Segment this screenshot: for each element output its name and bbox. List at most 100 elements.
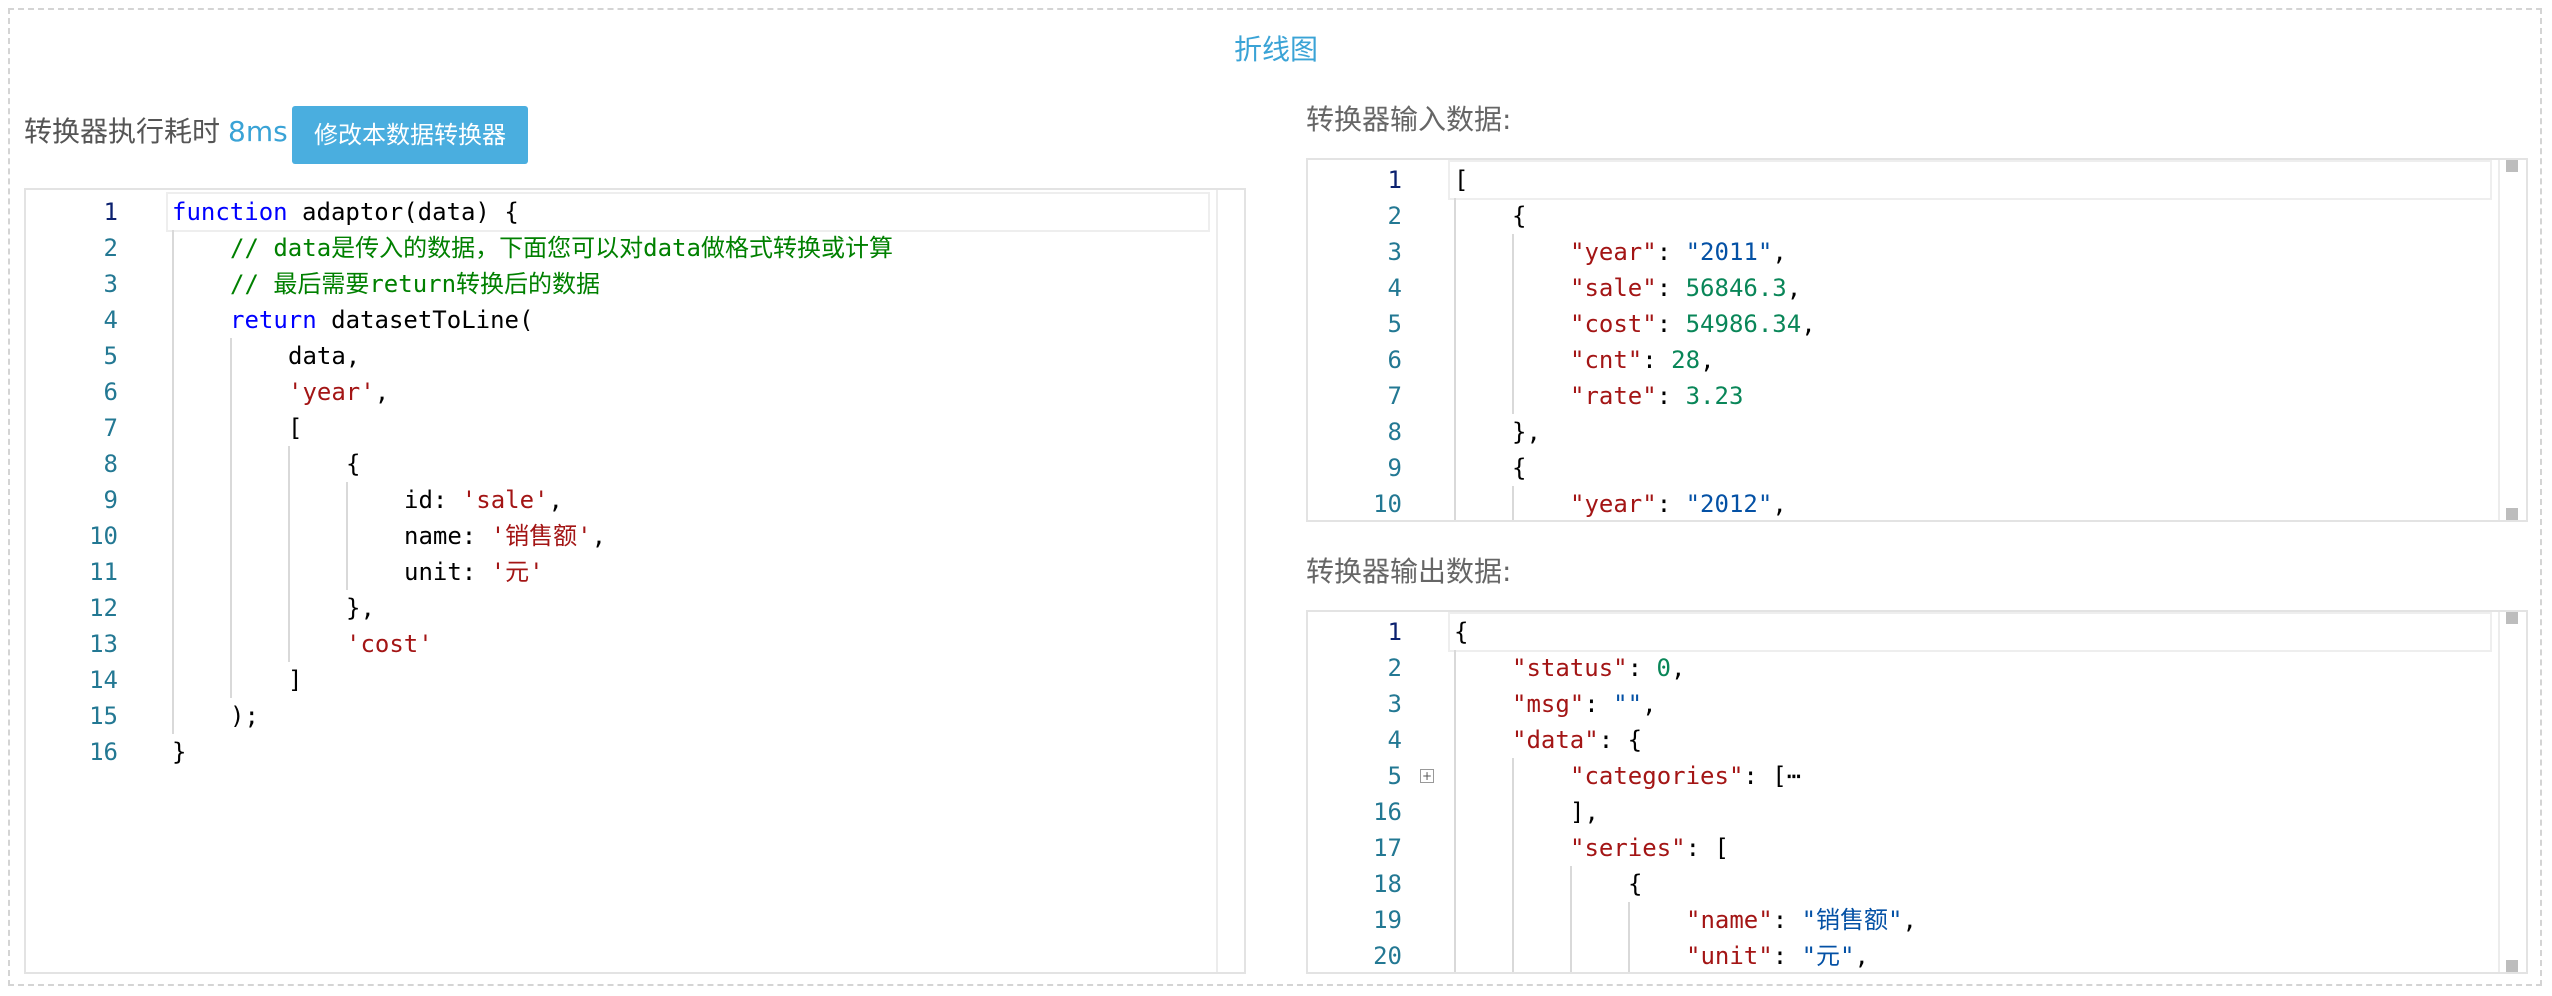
indent-guide [1454, 198, 1456, 234]
code-line[interactable]: 14] [26, 662, 1244, 698]
indent-guide [1628, 938, 1630, 972]
code-text: [ [1454, 162, 1468, 198]
indent-guide [1512, 342, 1514, 378]
code-text: "series": [ [1570, 830, 1729, 866]
code-token: , [1772, 490, 1787, 518]
edit-adaptor-button[interactable]: 修改本数据转换器 [292, 106, 528, 164]
code-line[interactable]: 6 "cnt": 28, [1308, 342, 2526, 378]
code-text: "msg": "", [1512, 686, 1657, 722]
code-text: 'year', [288, 374, 389, 410]
code-line[interactable]: 10 "year": "2012", [1308, 486, 2526, 520]
indent-guide [230, 338, 232, 374]
code-token: : [1772, 942, 1802, 970]
code-token: 'sale' [461, 486, 549, 514]
code-text: } [172, 734, 186, 770]
line-number: 10 [1373, 490, 1402, 518]
code-line[interactable]: 1[ [1308, 160, 2526, 200]
code-line[interactable]: 15); [26, 698, 1244, 734]
indent-guide [1454, 270, 1456, 306]
input-json-editor[interactable]: 1[2{3 "year": "2011", 4 "sale": 56846.3, 5 "c… [1306, 158, 2528, 522]
code-line[interactable]: 8{ [26, 446, 1244, 482]
indent-guide [1454, 342, 1456, 378]
code-line[interactable]: 6 'year', [26, 374, 1244, 410]
indent-guide [172, 374, 174, 410]
code-text: "data": { [1512, 722, 1642, 758]
code-line[interactable]: 9{ [1308, 450, 2526, 486]
line-number: 17 [1373, 834, 1402, 862]
code-token: , [1700, 346, 1715, 374]
code-line[interactable]: 7 "rate": 3.23 [1308, 378, 2526, 414]
code-line[interactable]: 19 "name": "销售额", [1308, 902, 2526, 938]
code-token: id: [404, 486, 462, 514]
indent-guide [1570, 938, 1572, 972]
code-line[interactable]: 5 data, [26, 338, 1244, 374]
indent-guide [1454, 722, 1456, 758]
indent-guide [1512, 758, 1514, 794]
line-number: 12 [89, 594, 118, 622]
code-line[interactable]: 5 "cost": 54986.34, [1308, 306, 2526, 342]
code-line[interactable]: 12}, [26, 590, 1244, 626]
code-token: "categories" [1570, 762, 1744, 790]
code-text: "cost": 54986.34, [1570, 306, 1816, 342]
code-line[interactable]: 13 'cost' [26, 626, 1244, 662]
code-token: : [1642, 346, 1672, 374]
code-token: , [1801, 310, 1816, 338]
indent-guide [346, 554, 348, 590]
code-line[interactable]: 10 name: '销售额', [26, 518, 1244, 554]
code-line[interactable]: 3 "msg": "", [1308, 686, 2526, 722]
indent-guide [1512, 866, 1514, 902]
code-line[interactable]: 8}, [1308, 414, 2526, 450]
code-line[interactable]: 20 "unit": "元", [1308, 938, 2526, 972]
code-line[interactable]: 2 "status": 0, [1308, 650, 2526, 686]
output-json-editor[interactable]: 1{2 "status": 0, 3 "msg": "", 4 "data": {5 + "c… [1306, 610, 2528, 974]
code-line[interactable]: 2{ [1308, 198, 2526, 234]
code-line[interactable]: 4 return datasetToLine( [26, 302, 1244, 338]
line-number: 15 [89, 702, 118, 730]
code-line[interactable]: 11 unit: '元' [26, 554, 1244, 590]
indent-guide [1628, 902, 1630, 938]
code-line[interactable]: 17 "series": [ [1308, 830, 2526, 866]
code-line[interactable]: 3 // 最后需要return转换后的数据 [26, 266, 1244, 302]
line-number: 5 [1387, 310, 1402, 338]
code-line[interactable]: 4 "sale": 56846.3, [1308, 270, 2526, 306]
code-text: "rate": 3.23 [1570, 378, 1743, 414]
indent-guide [172, 626, 174, 662]
expand-fold-icon[interactable]: + [1420, 769, 1434, 783]
code-line[interactable]: 7[ [26, 410, 1244, 446]
code-token: , [1854, 942, 1869, 970]
code-line[interactable]: 5 + "categories": [⋯ [1308, 758, 2526, 794]
indent-guide [288, 590, 290, 626]
indent-guide [172, 302, 174, 338]
indent-guide [172, 698, 174, 734]
code-line[interactable]: 2 // data是传入的数据，下面您可以对data做格式转换或计算 [26, 230, 1244, 266]
adaptor-code-editor[interactable]: 1 function adaptor(data) {2 // data是传入的数据，… [24, 188, 1246, 974]
line-number: 13 [89, 630, 118, 658]
indent-guide [230, 518, 232, 554]
code-token: , [591, 522, 607, 550]
code-token: }, [1512, 418, 1541, 446]
indent-guide [288, 626, 290, 662]
code-token: : [1584, 690, 1614, 718]
code-line[interactable]: 9 id: 'sale', [26, 482, 1244, 518]
code-line[interactable]: 16} [26, 734, 1244, 770]
indent-guide [172, 230, 174, 266]
indent-guide [288, 446, 290, 482]
code-token: : [1627, 654, 1657, 682]
code-token: : [1772, 906, 1802, 934]
code-text: return datasetToLine( [230, 302, 533, 338]
indent-guide [1454, 938, 1456, 972]
code-line[interactable]: 1{ [1308, 612, 2526, 652]
code-line[interactable]: 18 { [1308, 866, 2526, 902]
code-line[interactable]: 3 "year": "2011", [1308, 234, 2526, 270]
indent-guide [230, 410, 232, 446]
line-number: 5 [103, 342, 118, 370]
line-number: 19 [1373, 906, 1402, 934]
code-line[interactable]: 4 "data": { [1308, 722, 2526, 758]
code-text: function adaptor(data) { [172, 194, 519, 230]
code-line[interactable]: 16], [1308, 794, 2526, 830]
code-line[interactable]: 1 function adaptor(data) { [26, 192, 1244, 232]
code-text: "sale": 56846.3, [1570, 270, 1801, 306]
execution-time: 转换器执行耗时 8ms [24, 112, 288, 152]
code-token: adaptor(data) { [287, 198, 519, 226]
code-text: "unit": "元", [1686, 938, 1869, 972]
